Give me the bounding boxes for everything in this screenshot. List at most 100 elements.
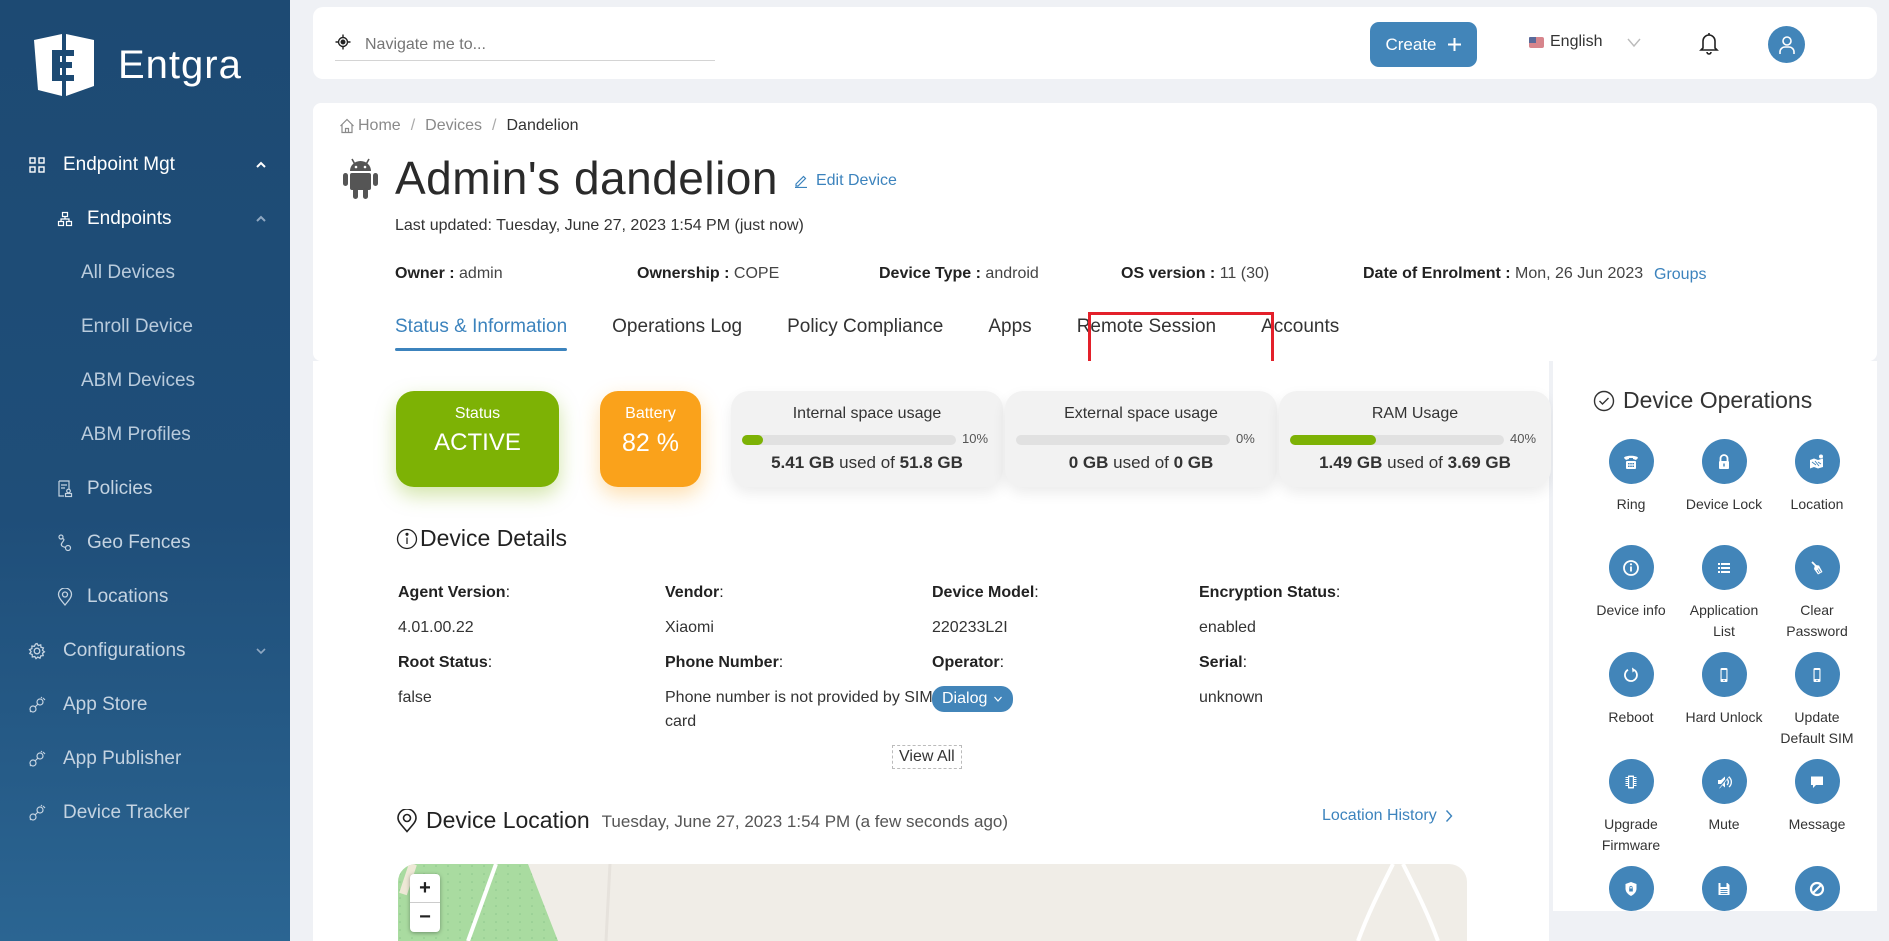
android-icon — [343, 158, 378, 199]
sitemap-icon — [55, 209, 75, 229]
tab-apps[interactable]: Apps — [988, 312, 1031, 360]
detail-key: Vendor: — [665, 581, 724, 605]
view-all-button[interactable]: View All — [892, 745, 962, 769]
meta-key: Ownership : — [637, 265, 730, 282]
sidebar-item-abm-devices[interactable]: ABM Devices — [0, 354, 290, 408]
operation-update-default-sim[interactable]: Update Default SIM — [1771, 652, 1863, 749]
detail-value: 4.01.00.22 — [398, 619, 474, 636]
chevron-down-icon — [994, 696, 1003, 702]
map-zoom-out-button[interactable]: − — [410, 903, 440, 932]
device-details-title: Device Details — [420, 525, 567, 551]
map-zoom-in-button[interactable]: + — [410, 874, 440, 903]
operation-device-lock[interactable]: Device Lock — [1678, 439, 1770, 515]
detail-key: Phone Number: — [665, 651, 783, 675]
device-location-title: Device Location — [426, 807, 590, 833]
brand-logo[interactable]: Entgra — [32, 30, 242, 100]
location-history-link[interactable]: Location History — [1322, 807, 1453, 825]
broom-icon — [1794, 545, 1840, 590]
reboot-icon — [1608, 652, 1654, 697]
sidebar-item-locations[interactable]: Locations — [0, 570, 290, 624]
operation-location[interactable]: Location — [1771, 439, 1863, 515]
tab-policy-compliance[interactable]: Policy Compliance — [787, 312, 943, 360]
operation-label: Message — [1788, 816, 1846, 832]
operation-label: Update Default SIM — [1780, 709, 1854, 746]
sidebar-item-label: Device Tracker — [63, 802, 190, 823]
sidebar-item-label: ABM Devices — [81, 370, 196, 391]
navigate-input[interactable] — [365, 35, 695, 54]
usage-progress-fill — [1290, 435, 1376, 445]
device-location-map[interactable]: + − — [398, 864, 1467, 941]
sidebar-item-geo-fences[interactable]: Geo Fences — [0, 516, 290, 570]
external-storage-card: External space usage 0% 0 GB used of 0 G… — [1005, 391, 1277, 487]
edit-device-link[interactable]: Edit Device — [794, 172, 897, 190]
tab-accounts[interactable]: Accounts — [1261, 312, 1339, 360]
sidebar-item-endpoint-mgt[interactable]: Endpoint Mgt — [0, 138, 290, 192]
sidebar-item-endpoints[interactable]: Endpoints — [0, 192, 290, 246]
last-updated: Last updated: Tuesday, June 27, 2023 1:5… — [395, 217, 804, 234]
crosshair-icon — [335, 34, 353, 55]
create-button[interactable]: Create — [1370, 22, 1477, 67]
sidebar-item-configurations[interactable]: Configurations — [0, 624, 290, 678]
breadcrumb-home[interactable]: Home — [339, 117, 401, 135]
brand-name: Entgra — [118, 42, 242, 87]
meta-key: Device Type : — [879, 265, 981, 282]
meta-key: OS version : — [1121, 265, 1216, 282]
sidebar-item-device-tracker[interactable]: Device Tracker — [0, 786, 290, 840]
detail-value: enabled — [1199, 619, 1256, 636]
battery-label: Battery — [625, 405, 676, 422]
device-operations-panel: Device Operations Ring Device Lock Locatio… — [1553, 361, 1877, 911]
geofence-icon — [55, 533, 75, 553]
operation-label: Hard Unlock — [1685, 709, 1763, 725]
operation-device-info[interactable]: Device info — [1585, 545, 1677, 621]
operator-dropdown[interactable]: Dialog — [932, 686, 1014, 712]
operation-application-list[interactable]: Application List — [1678, 545, 1770, 642]
location-pin-icon — [55, 587, 75, 607]
sidebar-item-all-devices[interactable]: All Devices — [0, 246, 290, 300]
operation-ring[interactable]: Ring — [1585, 439, 1677, 515]
sidebar-item-abm-profiles[interactable]: ABM Profiles — [0, 408, 290, 462]
tab-status-information[interactable]: Status & Information — [395, 312, 568, 360]
plug-icon — [27, 695, 47, 715]
list-icon — [1701, 545, 1747, 590]
tab-operations-log[interactable]: Operations Log — [612, 312, 742, 360]
device-tabs: Status & Information Operations Log Poli… — [395, 312, 1384, 360]
operation-upgrade-firmware[interactable]: Upgrade Firmware — [1585, 759, 1677, 856]
usage-mid: used of — [839, 453, 895, 472]
meta-key: Owner : — [395, 265, 455, 282]
detail-key-label: Serial — [1199, 654, 1243, 671]
detail-value: 220233L2I — [932, 619, 1008, 636]
operation-mute[interactable]: Mute — [1678, 759, 1770, 835]
message-icon — [1794, 759, 1840, 804]
detail-key: Agent Version: — [398, 581, 510, 605]
operation-label: Reboot — [1608, 709, 1654, 725]
operation-save[interactable] — [1678, 866, 1770, 911]
usage-total: 0 GB — [1173, 453, 1214, 472]
detail-key: Device Model: — [932, 581, 1039, 605]
operation-shield-lock[interactable] — [1585, 866, 1677, 911]
user-avatar[interactable] — [1768, 26, 1805, 63]
operation-hard-unlock[interactable]: Hard Unlock — [1678, 652, 1770, 728]
breadcrumb-devices[interactable]: Devices — [425, 117, 482, 135]
usage-text: 1.49 GB used of 3.69 GB — [1279, 453, 1551, 473]
sidebar-item-app-publisher[interactable]: App Publisher — [0, 732, 290, 786]
bell-icon[interactable] — [1699, 31, 1719, 55]
sidebar-item-policies[interactable]: Policies — [0, 462, 290, 516]
groups-link[interactable]: Groups — [1654, 266, 1706, 284]
status-panel: Status ACTIVE Battery 82 % Internal spac… — [313, 361, 1551, 941]
operation-message[interactable]: Message — [1771, 759, 1863, 835]
user-icon — [1778, 35, 1795, 54]
operation-clear-password[interactable]: Clear Password — [1771, 545, 1863, 642]
device-meta: Owner : admin Ownership : COPE Device Ty… — [395, 265, 1865, 289]
home-icon — [340, 118, 354, 134]
language-selector[interactable]: English — [1529, 33, 1642, 51]
entgra-logo-icon — [34, 34, 94, 96]
sidebar-item-app-store[interactable]: App Store — [0, 678, 290, 732]
chevron-up-icon — [256, 161, 266, 168]
operation-reboot[interactable]: Reboot — [1585, 652, 1677, 728]
lock-icon — [1701, 439, 1747, 484]
plus-icon — [1447, 38, 1461, 51]
sidebar-item-enroll-device[interactable]: Enroll Device — [0, 300, 290, 354]
operation-block[interactable] — [1771, 866, 1863, 911]
breadcrumb: Home / Devices / Dandelion — [339, 117, 579, 135]
tab-remote-session[interactable]: Remote Session — [1077, 312, 1216, 360]
